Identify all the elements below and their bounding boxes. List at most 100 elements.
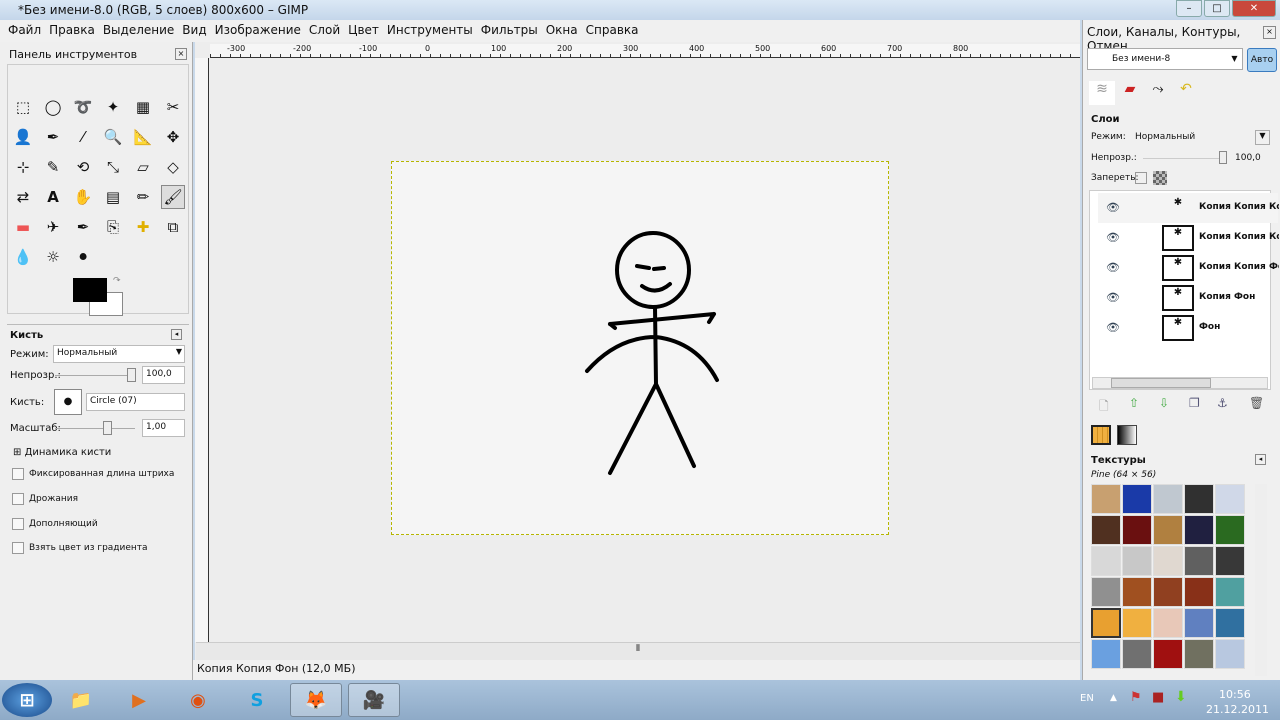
texture-swatch[interactable]	[1153, 608, 1183, 638]
texture-swatch[interactable]	[1122, 639, 1152, 669]
tab-paths[interactable]: ⤳	[1145, 81, 1171, 105]
texture-swatch[interactable]	[1215, 608, 1245, 638]
checkbox-incremental[interactable]	[12, 518, 24, 530]
start-button[interactable]: ⊞	[2, 683, 52, 717]
tool-ellipse-select[interactable]: ◯	[41, 95, 65, 119]
tool-rotate[interactable]: ⟲	[71, 155, 95, 179]
layers-mode-select[interactable]: Нормальный	[1135, 132, 1195, 142]
recorder-taskbar-icon[interactable]: 🎥	[348, 683, 400, 717]
tool-eraser[interactable]: ▬	[11, 215, 35, 239]
tool-shear[interactable]: ▱	[131, 155, 155, 179]
tool-foreground-select[interactable]: 👤	[11, 125, 35, 149]
texture-swatch[interactable]	[1091, 515, 1121, 545]
texture-swatch[interactable]	[1184, 484, 1214, 514]
texture-swatch[interactable]	[1091, 639, 1121, 669]
scale-slider-handle[interactable]	[103, 421, 112, 435]
tool-heal[interactable]: ✚	[131, 215, 155, 239]
tool-text[interactable]: A	[41, 185, 65, 209]
eye-icon[interactable]: 👁	[1106, 261, 1120, 274]
tool-color-picker[interactable]: ⁄	[71, 125, 95, 149]
menu-help[interactable]: Справка	[582, 20, 643, 42]
texture-swatch[interactable]	[1153, 484, 1183, 514]
tool-clone[interactable]: ⎘	[101, 215, 125, 239]
lower-layer-icon[interactable]: ⇩	[1159, 396, 1169, 410]
tool-scissors[interactable]: ✂	[161, 95, 185, 119]
brush-name[interactable]: Circle (07)	[86, 393, 185, 411]
tray-app-icon[interactable]: ■	[1152, 690, 1164, 705]
chevron-down-icon[interactable]: ▼	[1255, 130, 1270, 145]
menu-image[interactable]: Изображение	[211, 20, 305, 42]
texture-swatch[interactable]	[1215, 546, 1245, 576]
layer-row[interactable]: 👁 ✱ Копия Копия Кон	[1098, 223, 1279, 253]
tool-ink[interactable]: ✒	[71, 215, 95, 239]
opacity-input[interactable]: 100,0	[142, 366, 185, 384]
foreground-color[interactable]	[73, 278, 107, 302]
duplicate-layer-icon[interactable]: ❐	[1189, 396, 1200, 410]
layers-opacity-value[interactable]: 100,0	[1235, 153, 1261, 163]
tab-undo-history[interactable]: ↶	[1173, 81, 1199, 105]
panel-menu-icon[interactable]: ◂	[171, 329, 182, 340]
texture-swatch[interactable]	[1091, 577, 1121, 607]
texture-swatch[interactable]	[1153, 515, 1183, 545]
auto-button[interactable]: Авто	[1247, 48, 1277, 72]
opacity-slider-handle[interactable]	[127, 368, 136, 382]
language-indicator[interactable]: EN	[1080, 693, 1094, 704]
texture-swatch[interactable]	[1153, 639, 1183, 669]
texture-swatch[interactable]	[1184, 608, 1214, 638]
clock-date[interactable]: 21.12.2011	[1206, 703, 1269, 716]
anchor-layer-icon[interactable]: ⚓	[1217, 396, 1228, 410]
tool-perspective[interactable]: ◇	[161, 155, 185, 179]
texture-swatch[interactable]	[1091, 608, 1121, 638]
tool-pencil[interactable]: ✏	[131, 185, 155, 209]
lock-pixels-checkbox[interactable]	[1135, 172, 1147, 184]
close-panel-icon[interactable]: ×	[175, 48, 187, 60]
menu-tools[interactable]: Инструменты	[383, 20, 477, 42]
tool-flip[interactable]: ⇄	[11, 185, 35, 209]
tool-zoom[interactable]: 🔍	[101, 125, 125, 149]
texture-swatch[interactable]	[1184, 546, 1214, 576]
layer-row[interactable]: 👁 ✱ Копия Фон	[1098, 283, 1278, 313]
texture-swatch[interactable]	[1122, 546, 1152, 576]
tool-smudge[interactable]: 💧	[11, 245, 35, 269]
panel-menu-icon[interactable]: ◂	[1255, 454, 1266, 465]
menu-file[interactable]: Файл	[4, 20, 45, 42]
layer-row[interactable]: 👁 ✱ Копия Копия Фон	[1098, 253, 1279, 283]
scale-input[interactable]: 1,00	[142, 419, 185, 437]
menu-view[interactable]: Вид	[178, 20, 210, 42]
download-tray-icon[interactable]: ⬇	[1175, 689, 1187, 705]
lock-alpha-icon[interactable]	[1153, 171, 1167, 185]
delete-layer-icon[interactable]: 🗑	[1249, 396, 1264, 410]
texture-swatch[interactable]	[1091, 484, 1121, 514]
texture-swatch[interactable]	[1153, 546, 1183, 576]
texture-swatch[interactable]	[1153, 577, 1183, 607]
raise-layer-icon[interactable]: ⇧	[1129, 396, 1139, 410]
menu-edit[interactable]: Правка	[45, 20, 99, 42]
image-select[interactable]: Без имени-8	[1087, 48, 1243, 70]
action-center-icon[interactable]: ⚑	[1130, 690, 1142, 705]
menu-colors[interactable]: Цвет	[344, 20, 383, 42]
layer-row[interactable]: 👁 ✱ Фон	[1098, 313, 1278, 343]
eye-icon[interactable]: 👁	[1106, 231, 1120, 244]
opacity-slider[interactable]	[55, 375, 135, 376]
chevron-down-icon[interactable]: ▼	[1227, 49, 1242, 69]
tool-free-select[interactable]: ➰	[71, 95, 95, 119]
close-button[interactable]: ✕	[1232, 0, 1276, 17]
eye-icon[interactable]: 👁	[1106, 321, 1120, 334]
textures-scrollbar[interactable]	[1255, 484, 1267, 676]
texture-swatch[interactable]	[1184, 515, 1214, 545]
tab-channels[interactable]: ▰	[1117, 81, 1143, 105]
tool-scale[interactable]: ⤡	[101, 155, 125, 179]
media-player-taskbar-icon[interactable]: ▶	[113, 683, 165, 717]
tool-airbrush[interactable]: ✈	[41, 215, 65, 239]
eye-icon[interactable]: 👁	[1106, 291, 1120, 304]
tool-move[interactable]: ✥	[161, 125, 185, 149]
checkbox-jitter[interactable]	[12, 493, 24, 505]
layer-row[interactable]: 👁 ✱ Копия Копия Кон	[1098, 193, 1279, 223]
pattern-swatch[interactable]	[1091, 425, 1111, 445]
tool-rect-select[interactable]: ⬚	[11, 95, 35, 119]
swap-colors-icon[interactable]: ↷	[113, 276, 121, 286]
tool-cage[interactable]: ✋	[71, 185, 95, 209]
tool-blur[interactable]: ⚫	[71, 245, 95, 269]
texture-swatch[interactable]	[1091, 546, 1121, 576]
menu-filters[interactable]: Фильтры	[477, 20, 542, 42]
